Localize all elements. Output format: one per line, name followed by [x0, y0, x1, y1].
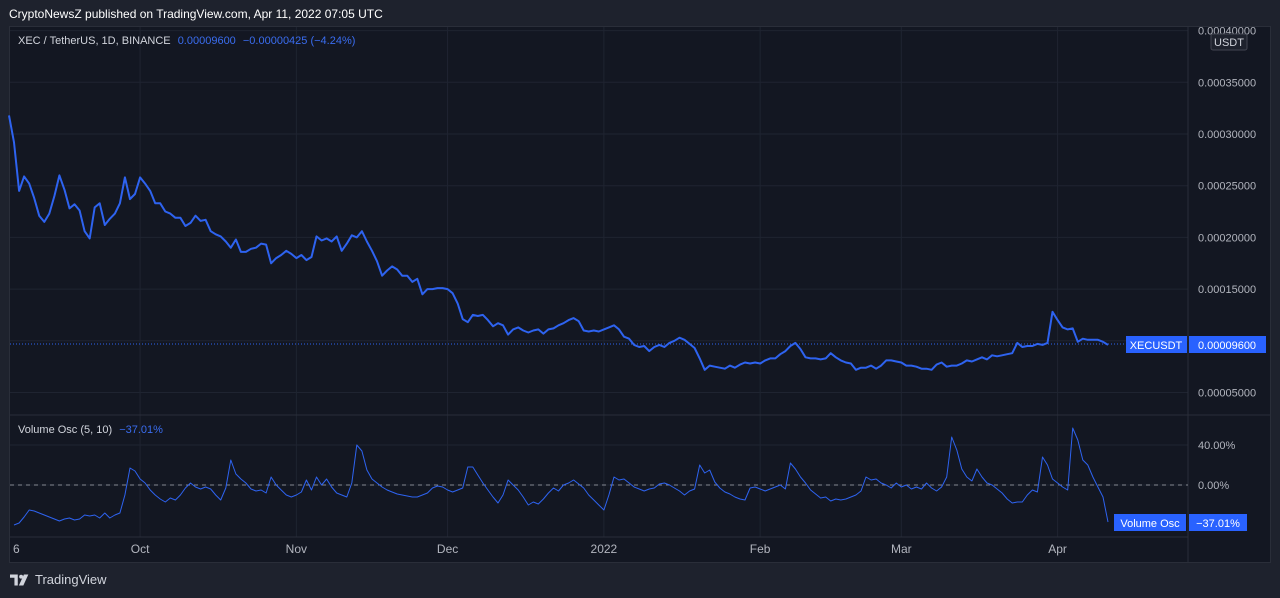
oscillator-legend[interactable]: Volume Osc (5, 10) −37.01%	[18, 424, 163, 436]
symbol-title: XEC / TetherUS, 1D, BINANCE	[18, 35, 171, 47]
price-tick-label: 0.00015000	[1198, 284, 1256, 296]
osc-legend-value: −37.01%	[119, 424, 163, 436]
osc-title: Volume Osc (5, 10)	[18, 424, 113, 436]
osc-tick-label: 40.00%	[1198, 440, 1236, 452]
price-tick-label: 0.00005000	[1198, 388, 1256, 400]
osc-name-label: Volume Osc	[1120, 518, 1180, 530]
chart-canvas[interactable]: 0.000400000.000350000.000300000.00025000…	[0, 0, 1280, 598]
symbol-label: XECUSDT	[1130, 340, 1183, 352]
price-tick-label: 0.00025000	[1198, 181, 1256, 193]
osc-scale[interactable]: 40.00% 0.00%	[1198, 440, 1236, 492]
time-tick-label: Mar	[891, 542, 912, 556]
grid	[10, 27, 1188, 537]
time-axis[interactable]: 6 Oct Nov Dec 2022 Feb Mar Apr	[13, 542, 1067, 556]
price-label: 0.00009600	[1198, 340, 1256, 352]
osc-value-label: −37.01%	[1196, 518, 1240, 530]
brand-name: TradingView	[35, 572, 107, 587]
price-tick-label: 0.00035000	[1198, 77, 1256, 89]
time-tick-label: 6	[13, 542, 20, 556]
time-tick-label: Apr	[1048, 542, 1067, 556]
time-tick-label: Nov	[286, 542, 307, 556]
footer[interactable]: TradingView	[10, 572, 107, 587]
price-line-series[interactable]	[8, 115, 1109, 371]
symbol-legend[interactable]: XEC / TetherUS, 1D, BINANCE 0.00009600 −…	[18, 35, 359, 47]
price-tick-label: 0.00020000	[1198, 232, 1256, 244]
legend-change: −0.00000425 (−4.24%)	[242, 35, 356, 47]
time-tick-label: Dec	[437, 542, 458, 556]
unit-badge: USDT	[1210, 33, 1248, 51]
time-tick-label: Oct	[131, 542, 150, 556]
last-price-badge: XECUSDT 0.00009600	[1126, 336, 1266, 353]
osc-tick-label: 0.00%	[1198, 480, 1229, 492]
osc-value-badge: Volume Osc −37.01%	[1114, 514, 1247, 531]
volume-osc-series[interactable]	[13, 427, 1109, 526]
tradingview-logo-icon	[10, 573, 29, 586]
legend-price: 0.00009600	[177, 35, 236, 47]
time-tick-label: 2022	[591, 542, 618, 556]
time-tick-label: Feb	[750, 542, 771, 556]
price-tick-label: 0.00030000	[1198, 129, 1256, 141]
unit-label: USDT	[1214, 37, 1244, 49]
